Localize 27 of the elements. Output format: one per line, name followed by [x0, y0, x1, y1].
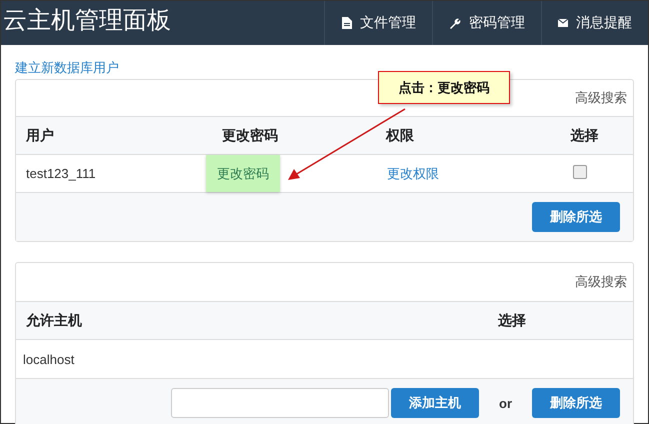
nav-link[interactable]: 文件管理	[324, 1, 432, 45]
column-header: 更改密码	[221, 126, 278, 142]
column-header: 允许主机	[26, 312, 82, 328]
callout-note: 点击：更改密码	[378, 71, 510, 104]
add-host-button[interactable]: 添加主机	[391, 388, 479, 418]
advanced-search-link[interactable]: 高级搜索	[575, 273, 627, 291]
host-cell: localhost	[23, 352, 74, 366]
document-icon	[342, 17, 352, 29]
envelope-icon	[558, 19, 568, 27]
checkbox[interactable]	[572, 165, 586, 179]
or-label: or	[498, 396, 513, 410]
create-user-link[interactable]: 建立新数据库用户	[15, 59, 119, 77]
column-header: 选择	[570, 126, 598, 142]
column-header: 选择	[498, 312, 526, 328]
change-password-link[interactable]: 更改密码	[206, 155, 280, 192]
nav-link[interactable]: 密码管理	[432, 1, 541, 45]
column-header: 用户	[26, 126, 54, 142]
delete-selected-button[interactable]: 删除所选	[532, 388, 620, 418]
app-title: 云主机管理面板	[2, 6, 172, 36]
delete-selected-button[interactable]: 删除所选	[532, 202, 620, 232]
wrench-icon	[449, 17, 461, 29]
user-cell: test123_111	[26, 166, 96, 181]
change-permission-link[interactable]: 更改权限	[386, 166, 439, 180]
advanced-search-link[interactable]: 高级搜索	[575, 89, 627, 107]
host-input-field[interactable]	[171, 388, 389, 418]
nav-link[interactable]: 消息提醒	[541, 1, 648, 45]
column-header: 权限	[386, 126, 414, 142]
